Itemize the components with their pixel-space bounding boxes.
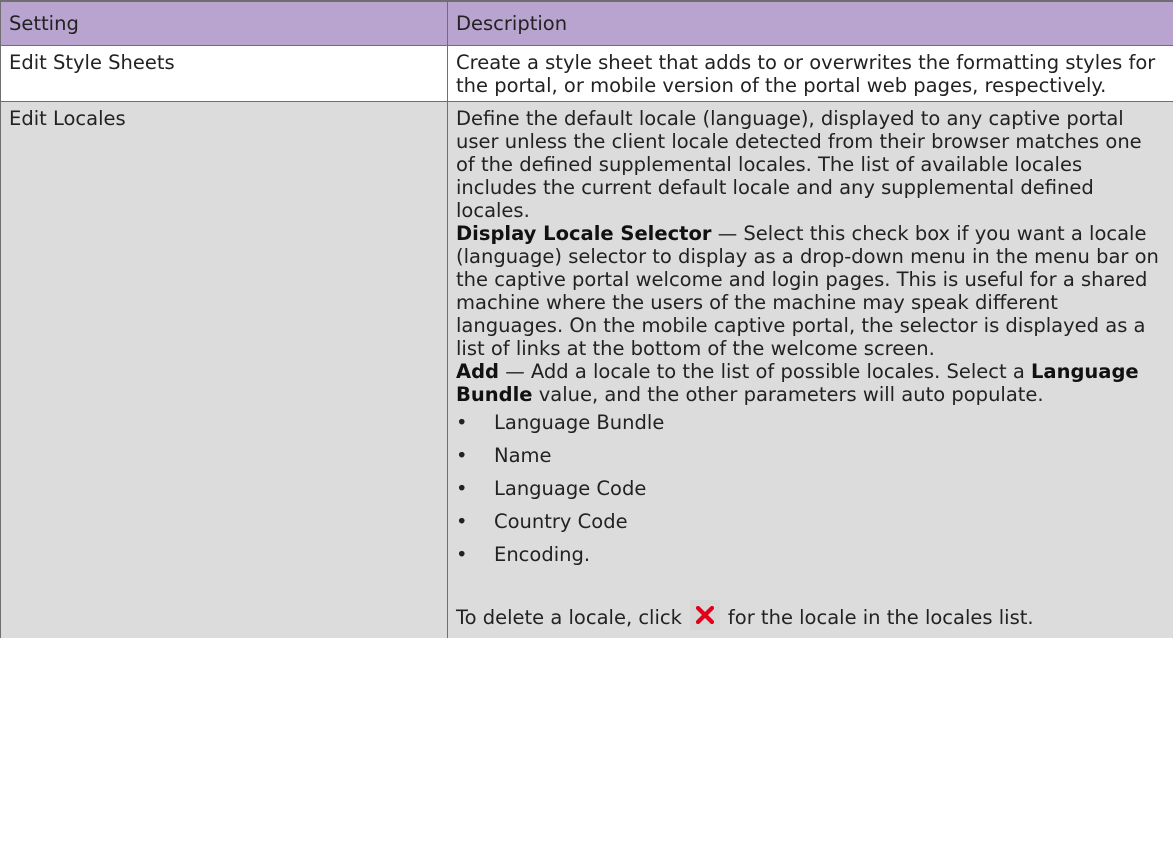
list-item: Country Code [456,505,1163,538]
term-add: Add [456,360,500,383]
setting-cell: Edit Style Sheets [0,45,448,102]
setting-cell: Edit Locales [0,101,448,638]
delete-x-icon [689,600,720,630]
description-cell: Create a style sheet that adds to or ove… [447,45,1173,102]
list-item: Language Bundle [456,406,1163,439]
list-item: Encoding. [456,538,1163,571]
display-selector-paragraph: Display Locale Selector — Select this ch… [456,222,1163,360]
table-row: Edit Locales Define the default locale (… [0,101,1173,638]
delete-text-after: for the locale in the locales list. [727,606,1034,629]
delete-instruction: To delete a locale, click for the locale … [456,600,1163,634]
delete-text-before: To delete a locale, click [456,606,682,629]
add-text-2: value, and the other parameters will aut… [532,383,1044,406]
list-item: Language Code [456,472,1163,505]
parameter-list: Language Bundle Name Language Code Count… [456,406,1163,571]
settings-table: Setting Description Edit Style Sheets Cr… [0,0,1173,638]
add-paragraph: Add — Add a locale to the list of possib… [456,360,1163,406]
header-description: Description [447,0,1173,46]
list-item: Name [456,439,1163,472]
table-row: Edit Style Sheets Create a style sheet t… [0,45,1173,102]
intro-paragraph: Define the default locale (language), di… [456,107,1142,222]
description-cell: Define the default locale (language), di… [447,101,1173,638]
header-row: Setting Description [0,0,1173,46]
add-text-1: — Add a locale to the list of possible l… [499,360,1031,383]
term-display-locale-selector: Display Locale Selector [456,222,712,245]
header-setting: Setting [0,0,448,46]
